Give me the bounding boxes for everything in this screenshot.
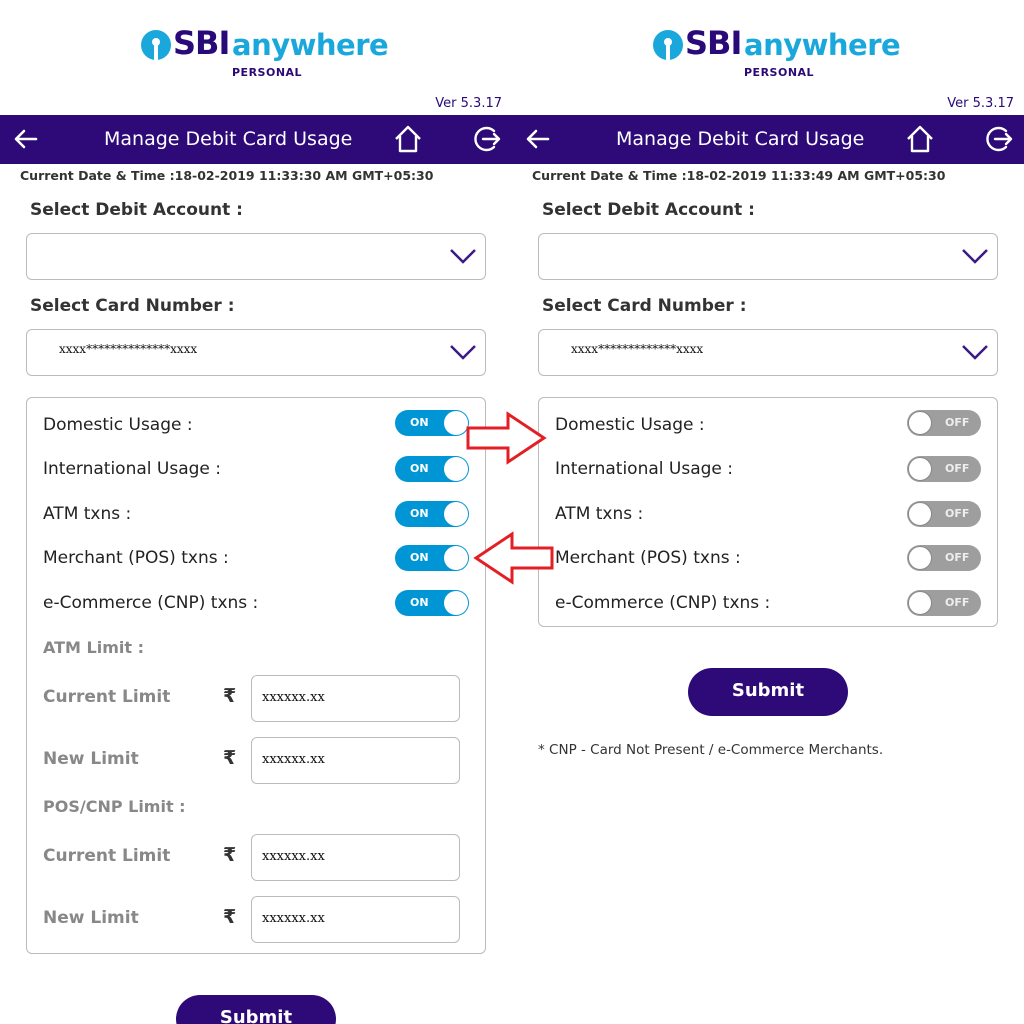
card-number-value: xxxx*************xxxx bbox=[571, 342, 704, 356]
domestic-usage-label: Domestic Usage : bbox=[43, 415, 193, 435]
toggle-state: ON bbox=[410, 596, 429, 609]
atm-new-limit-field[interactable]: xxxxxx.xx bbox=[251, 737, 460, 784]
card-number-label: Select Card Number : bbox=[542, 296, 747, 316]
app-version: Ver 5.3.17 bbox=[435, 96, 502, 111]
pos-new-limit-field[interactable]: xxxxxx.xx bbox=[251, 896, 460, 943]
app-version: Ver 5.3.17 bbox=[947, 96, 1014, 111]
page-title: Manage Debit Card Usage bbox=[616, 128, 865, 150]
merchant-pos-toggle[interactable]: OFF bbox=[907, 545, 981, 571]
usage-settings-card: Domestic Usage : OFF International Usage… bbox=[538, 397, 998, 627]
pos-current-limit-label: Current Limit bbox=[43, 846, 171, 866]
usage-settings-card: Domestic Usage : ON International Usage … bbox=[26, 397, 486, 954]
header-bar: Manage Debit Card Usage bbox=[512, 115, 1024, 164]
pos-cnp-limit-heading: POS/CNP Limit : bbox=[43, 797, 186, 816]
atm-txns-label: ATM txns : bbox=[555, 504, 644, 524]
pos-current-limit-field[interactable]: xxxxxx.xx bbox=[251, 834, 460, 881]
atm-current-limit-label: Current Limit bbox=[43, 687, 171, 707]
domestic-usage-label: Domestic Usage : bbox=[555, 415, 705, 435]
debit-account-label: Select Debit Account : bbox=[542, 200, 755, 220]
sbi-keyhole-icon bbox=[141, 30, 171, 60]
toggle-state: ON bbox=[410, 416, 429, 429]
field-value: xxxxxx.xx bbox=[262, 911, 325, 926]
international-usage-toggle[interactable]: ON bbox=[395, 456, 469, 482]
sbi-anywhere-logo: SBI anywhere PERSONAL bbox=[512, 24, 1024, 84]
field-value: xxxxxx.xx bbox=[262, 752, 325, 767]
atm-current-limit-field[interactable]: xxxxxx.xx bbox=[251, 675, 460, 722]
atm-limit-heading: ATM Limit : bbox=[43, 638, 144, 657]
logo-brand: SBI bbox=[173, 24, 230, 62]
merchant-pos-label: Merchant (POS) txns : bbox=[43, 548, 229, 568]
sbi-anywhere-logo: SBI anywhere PERSONAL bbox=[0, 24, 512, 84]
rupee-icon: ₹ bbox=[223, 685, 237, 707]
page-title: Manage Debit Card Usage bbox=[104, 128, 353, 150]
ecommerce-cnp-label: e-Commerce (CNP) txns : bbox=[555, 593, 771, 613]
home-icon[interactable] bbox=[392, 123, 424, 155]
left-arrow-annotation-icon bbox=[473, 531, 554, 585]
atm-txns-label: ATM txns : bbox=[43, 504, 132, 524]
chevron-down-icon bbox=[450, 249, 476, 264]
ecommerce-cnp-toggle[interactable]: ON bbox=[395, 590, 469, 616]
logout-icon[interactable] bbox=[470, 123, 502, 155]
current-datetime: Current Date & Time :18-02-2019 11:33:30… bbox=[20, 168, 434, 183]
toggle-state: ON bbox=[410, 462, 429, 475]
rupee-icon: ₹ bbox=[223, 844, 237, 866]
rupee-icon: ₹ bbox=[223, 747, 237, 769]
field-value: xxxxxx.xx bbox=[262, 849, 325, 864]
toggle-state: OFF bbox=[945, 462, 970, 475]
toggle-state: OFF bbox=[945, 416, 970, 429]
atm-new-limit-label: New Limit bbox=[43, 749, 139, 769]
debit-account-select[interactable] bbox=[538, 233, 998, 280]
domestic-usage-toggle[interactable]: OFF bbox=[907, 410, 981, 436]
toggle-state: ON bbox=[410, 551, 429, 564]
pos-new-limit-label: New Limit bbox=[43, 908, 139, 928]
merchant-pos-label: Merchant (POS) txns : bbox=[555, 548, 741, 568]
right-arrow-annotation-icon bbox=[466, 411, 547, 465]
card-number-select[interactable]: xxxx**************xxxx bbox=[26, 329, 486, 376]
rupee-icon: ₹ bbox=[223, 906, 237, 928]
logo-product: anywhere bbox=[744, 28, 901, 62]
domestic-usage-toggle[interactable]: ON bbox=[395, 410, 469, 436]
submit-button[interactable]: Submit bbox=[176, 995, 336, 1024]
merchant-pos-toggle[interactable]: ON bbox=[395, 545, 469, 571]
atm-txns-toggle[interactable]: OFF bbox=[907, 501, 981, 527]
logo-edition: PERSONAL bbox=[744, 66, 815, 79]
debit-account-label: Select Debit Account : bbox=[30, 200, 243, 220]
ecommerce-cnp-toggle[interactable]: OFF bbox=[907, 590, 981, 616]
back-arrow-icon[interactable] bbox=[522, 123, 554, 155]
screen-toggles-off: SBI anywhere PERSONAL Ver 5.3.17 Manage … bbox=[512, 0, 1024, 1024]
current-datetime: Current Date & Time :18-02-2019 11:33:49… bbox=[532, 168, 946, 183]
toggle-state: ON bbox=[410, 507, 429, 520]
card-number-select[interactable]: xxxx*************xxxx bbox=[538, 329, 998, 376]
logo-brand: SBI bbox=[685, 24, 742, 62]
screen-toggles-on: SBI anywhere PERSONAL Ver 5.3.17 Manage … bbox=[0, 0, 512, 1024]
international-usage-toggle[interactable]: OFF bbox=[907, 456, 981, 482]
international-usage-label: International Usage : bbox=[555, 459, 734, 479]
logout-icon[interactable] bbox=[982, 123, 1014, 155]
submit-button[interactable]: Submit bbox=[688, 668, 848, 716]
chevron-down-icon bbox=[962, 249, 988, 264]
header-bar: Manage Debit Card Usage bbox=[0, 115, 512, 164]
debit-account-select[interactable] bbox=[26, 233, 486, 280]
toggle-state: OFF bbox=[945, 507, 970, 520]
international-usage-label: International Usage : bbox=[43, 459, 222, 479]
toggle-state: OFF bbox=[945, 596, 970, 609]
toggle-state: OFF bbox=[945, 551, 970, 564]
back-arrow-icon[interactable] bbox=[10, 123, 42, 155]
atm-txns-toggle[interactable]: ON bbox=[395, 501, 469, 527]
ecommerce-cnp-label: e-Commerce (CNP) txns : bbox=[43, 593, 259, 613]
card-number-label: Select Card Number : bbox=[30, 296, 235, 316]
cnp-footnote: * CNP - Card Not Present / e-Commerce Me… bbox=[538, 742, 884, 758]
field-value: xxxxxx.xx bbox=[262, 690, 325, 705]
chevron-down-icon bbox=[962, 345, 988, 360]
home-icon[interactable] bbox=[904, 123, 936, 155]
card-number-value: xxxx**************xxxx bbox=[59, 342, 198, 356]
chevron-down-icon bbox=[450, 345, 476, 360]
logo-edition: PERSONAL bbox=[232, 66, 303, 79]
logo-product: anywhere bbox=[232, 28, 389, 62]
sbi-keyhole-icon bbox=[653, 30, 683, 60]
